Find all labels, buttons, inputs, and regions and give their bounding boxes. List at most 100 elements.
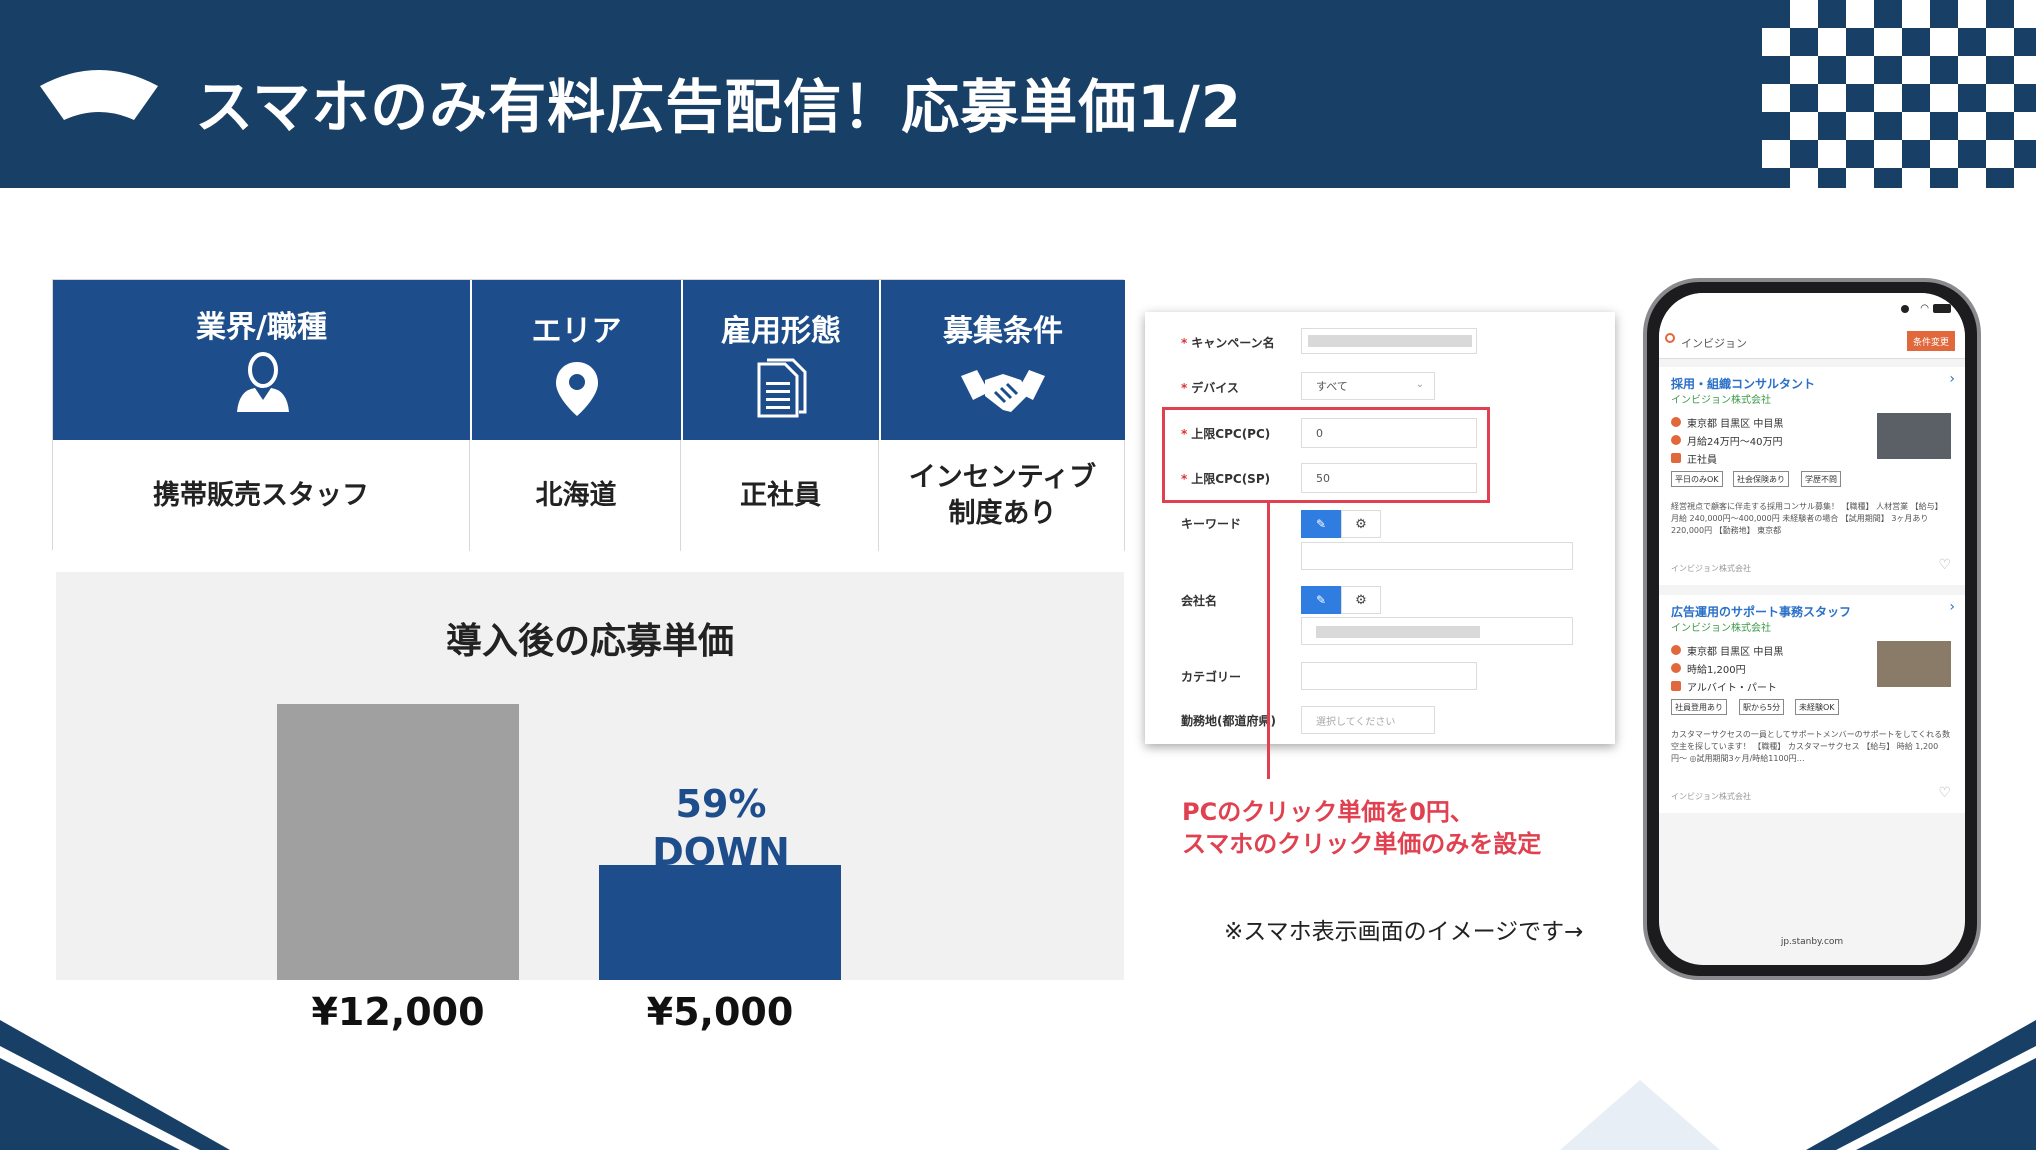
yen-icon: [1671, 663, 1681, 673]
keyword-field[interactable]: [1301, 542, 1573, 570]
location-select[interactable]: 選択してください: [1301, 706, 1435, 734]
job-salary: 月給24万円〜40万円: [1687, 437, 1783, 448]
slide-title: スマホのみ有料広告配信！応募単価1/2: [195, 73, 1243, 141]
chart-title: 導入後の応募単価: [445, 621, 734, 662]
url-bar: jp.stanby.com: [1780, 937, 1844, 947]
header-label: エリア: [531, 314, 622, 349]
keyword-settings-button[interactable]: ⚙: [1341, 510, 1381, 538]
search-bar: インビジョン 条件変更: [1659, 323, 1965, 359]
job-photo: [1877, 641, 1951, 687]
pencil-icon: ✎: [1315, 517, 1327, 531]
job-photo: [1877, 413, 1951, 459]
handshake-icon: [961, 370, 1045, 412]
header-label: 業界/職種: [196, 310, 327, 345]
value-line: 制度あり: [948, 497, 1057, 529]
column-area: エリア 北海道: [472, 280, 683, 551]
job-description: カスタマーサクセスの一員としてサポートメンバーのサポートをしてくれる数空主を探し…: [1671, 730, 1951, 763]
job-company: インビジョン株式会社: [1671, 623, 1771, 634]
company-label: 会社名: [1181, 594, 1218, 608]
job-tag: 平日のみOK: [1671, 471, 1723, 487]
location-icon: [1671, 417, 1681, 427]
column-header: 雇用形態: [683, 280, 879, 440]
briefcase-icon: [1671, 453, 1681, 463]
filter-change-button[interactable]: 条件変更: [1907, 331, 1955, 351]
smartphone-screen: ◠ インビジョン 条件変更 採用・組織コンサルタント › インビジョン株式会社 …: [1659, 293, 1965, 965]
callout-line: [1267, 503, 1270, 779]
header-label: 募集条件: [943, 314, 1063, 349]
job-employment: アルバイト・パート: [1687, 683, 1777, 694]
battery-icon: [1933, 304, 1951, 313]
category-label: カテゴリー: [1181, 670, 1242, 684]
job-footer-company: インビジョン株式会社: [1671, 792, 1751, 801]
yen-icon: [1671, 435, 1681, 445]
status-bar: ◠: [1659, 293, 1965, 323]
job-title[interactable]: 採用・組織コンサルタント: [1671, 375, 1815, 392]
document-icon: [757, 358, 807, 418]
job-salary: 時給1,200円: [1687, 665, 1746, 676]
column-conditions: 募集条件 インセンティブ 制度あり: [881, 280, 1125, 551]
job-tag: 学歴不問: [1801, 471, 1841, 487]
company-settings-button[interactable]: ⚙: [1341, 586, 1381, 614]
column-header: エリア: [472, 280, 681, 440]
gear-icon: ⚙: [1355, 516, 1367, 532]
reduction-percent: 59%: [675, 782, 767, 826]
campaign-settings-form: * キャンペーン名 * デバイス すべて ⌄ * 上限CPC(PC) 0 * 上限CPC…: [1145, 312, 1615, 744]
bar-after: [599, 865, 841, 980]
company-field[interactable]: [1301, 617, 1573, 645]
wifi-icon: ◠: [1920, 303, 1929, 314]
slide-header: スマホのみ有料広告配信！応募単価1/2: [0, 0, 2036, 188]
device-label: * デバイス: [1181, 381, 1239, 395]
column-industry: 業界/職種 携帯販売スタッフ: [53, 280, 472, 551]
location-icon: [1671, 645, 1681, 655]
checker-pattern: [1762, 0, 2036, 188]
column-header: 募集条件: [881, 280, 1125, 440]
job-tag: 未経験OK: [1795, 699, 1839, 715]
job-company: インビジョン株式会社: [1671, 395, 1771, 406]
bar-label-before: ¥12,000: [311, 990, 485, 1034]
campaign-name-field[interactable]: [1301, 328, 1477, 354]
briefcase-icon: [1671, 681, 1681, 691]
company-edit-button[interactable]: ✎: [1301, 586, 1341, 614]
keyword-label: キーワード: [1181, 517, 1242, 531]
location-pin-icon: [556, 362, 598, 416]
favorite-heart-icon[interactable]: ♡: [1938, 785, 1951, 801]
job-footer-company: インビジョン株式会社: [1671, 564, 1751, 573]
job-tag: 駅から5分: [1739, 699, 1785, 715]
value-line: インセンティブ: [908, 461, 1097, 493]
chevron-down-icon: ⌄: [1415, 379, 1424, 390]
column-header: 業界/職種: [53, 280, 470, 440]
job-card[interactable]: 採用・組織コンサルタント › インビジョン株式会社 東京都 目黒区 中目黒 月給…: [1659, 367, 1965, 585]
folding-fan-icon: [40, 70, 158, 120]
cpc-highlight-box: [1162, 407, 1490, 503]
chevron-right-icon: ›: [1949, 371, 1955, 387]
job-title[interactable]: 広告運用のサポート事務スタッフ: [1671, 603, 1851, 620]
cpc-callout: PCのクリック単価を0円、 スマホのクリック単価のみを設定: [1182, 798, 1542, 858]
smartphone-note: ※スマホ表示画面のイメージです→: [1224, 919, 1584, 945]
reduction-annotation: 59% DOWN: [600, 780, 842, 876]
search-icon: [1665, 333, 1675, 343]
pencil-icon: ✎: [1315, 593, 1327, 607]
campaign-name-label: * キャンペーン名: [1181, 336, 1275, 350]
person-icon: [237, 352, 289, 412]
bar-before: [277, 704, 519, 980]
job-location: 東京都 目黒区 中目黒: [1687, 647, 1784, 658]
signal-icon: [1901, 305, 1915, 313]
header-label: 雇用形態: [721, 314, 841, 349]
column-employment-type: 雇用形態 正社員: [683, 280, 881, 551]
value-cell: 正社員: [683, 440, 879, 551]
value-cell: 携帯販売スタッフ: [53, 440, 470, 551]
keyword-edit-button[interactable]: ✎: [1301, 510, 1341, 538]
favorite-heart-icon[interactable]: ♡: [1938, 557, 1951, 573]
gear-icon: ⚙: [1355, 592, 1367, 608]
bar-label-after: ¥5,000: [646, 990, 794, 1034]
reduction-word: DOWN: [652, 830, 790, 874]
search-query[interactable]: インビジョン: [1681, 335, 1747, 351]
category-field[interactable]: [1301, 662, 1477, 690]
device-select[interactable]: すべて ⌄: [1301, 372, 1435, 400]
job-location: 東京都 目黒区 中目黒: [1687, 419, 1784, 430]
location-label: 勤務地(都道府県): [1181, 714, 1276, 728]
job-employment: 正社員: [1687, 455, 1717, 466]
job-card[interactable]: 広告運用のサポート事務スタッフ › インビジョン株式会社 東京都 目黒区 中目黒…: [1659, 595, 1965, 813]
job-conditions-table: 業界/職種 携帯販売スタッフ エリア 北海道 雇用形態 正社員 募集条件 インセ…: [52, 279, 1125, 551]
job-description: 経営視点で顧客に伴走する採用コンサル募集！ 【職種】 人材営業 【給与】 月給 …: [1671, 502, 1943, 535]
